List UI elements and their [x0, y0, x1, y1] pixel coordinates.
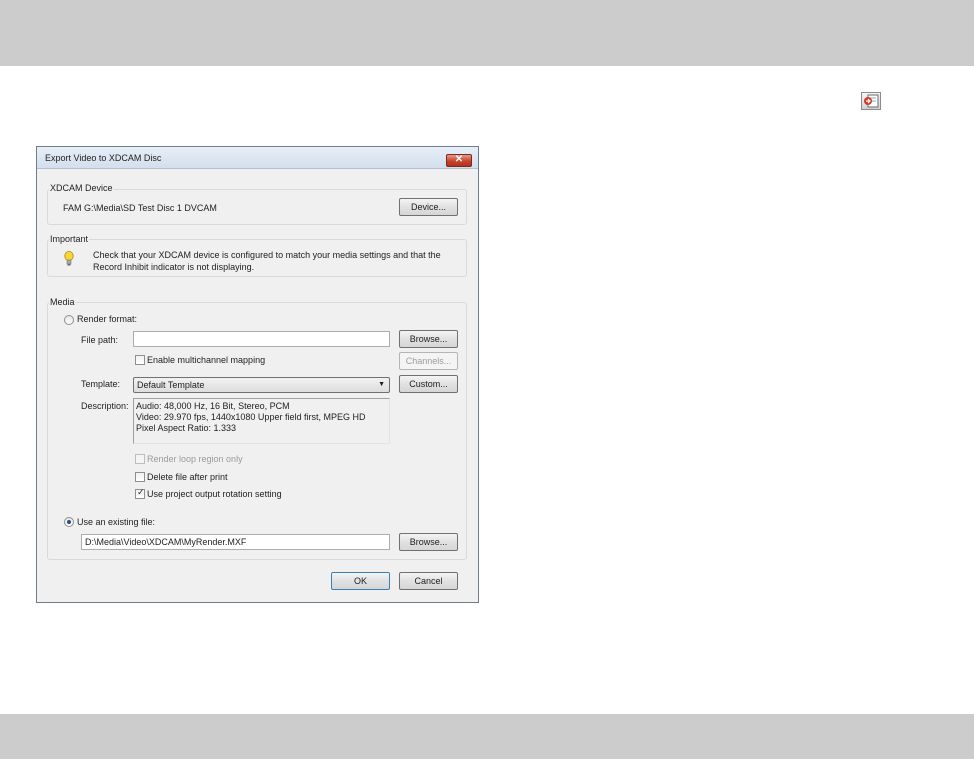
important-group-label: Important — [49, 234, 90, 244]
checkmark-icon: ✓ — [137, 487, 145, 497]
description-line-audio: Audio: 48,000 Hz, 16 Bit, Stereo, PCM — [136, 401, 290, 411]
important-text-line2: Record Inhibit indicator is not displayi… — [93, 262, 255, 272]
browse-existing-button[interactable]: Browse... — [399, 533, 458, 551]
close-button[interactable]: ✕ — [446, 154, 472, 167]
render-loop-checkbox[interactable] — [135, 454, 145, 464]
cancel-button[interactable]: Cancel — [399, 572, 458, 590]
use-rotation-checkbox[interactable]: ✓ — [135, 487, 145, 499]
enable-multichannel-checkbox[interactable] — [135, 355, 145, 365]
use-rotation-label: Use project output rotation setting — [147, 489, 282, 499]
ok-button[interactable]: OK — [331, 572, 390, 590]
bottom-band — [0, 714, 974, 759]
dialog-title: Export Video to XDCAM Disc — [45, 153, 162, 163]
description-line-video: Video: 29.970 fps, 1440x1080 Upper field… — [136, 412, 366, 422]
template-label: Template: — [81, 379, 121, 389]
delete-after-print-label: Delete file after print — [147, 472, 228, 482]
delete-after-print-checkbox[interactable] — [135, 472, 145, 482]
dropdown-arrow-icon: ▼ — [378, 381, 385, 388]
export-xdcam-dialog: Export Video to XDCAM Disc ✕ XDCAM Devic… — [36, 146, 479, 603]
radio-selected-dot — [67, 520, 71, 524]
close-icon: ✕ — [454, 154, 464, 165]
media-group-label: Media — [49, 297, 76, 307]
render-format-radio[interactable] — [64, 315, 74, 325]
render-loop-label: Render loop region only — [147, 454, 243, 464]
xdcam-device-group-label: XDCAM Device — [49, 183, 114, 193]
important-text-line1: Check that your XDCAM device is configur… — [93, 250, 441, 260]
xdcam-device-name: FAM G:\Media\SD Test Disc 1 DVCAM — [63, 203, 217, 213]
enable-multichannel-label: Enable multichannel mapping — [147, 355, 266, 365]
render-format-label: Render format: — [77, 314, 138, 324]
device-button[interactable]: Device... — [399, 198, 458, 216]
description-box: Audio: 48,000 Hz, 16 Bit, Stereo, PCM Vi… — [133, 398, 390, 444]
use-existing-radio[interactable] — [64, 517, 74, 527]
browse-button[interactable]: Browse... — [399, 330, 458, 348]
dialog-titlebar[interactable]: Export Video to XDCAM Disc ✕ — [37, 147, 478, 169]
top-band — [0, 0, 974, 66]
description-label: Description: — [81, 401, 129, 411]
template-dropdown-value: Default Template — [137, 380, 205, 390]
lightbulb-icon — [64, 251, 74, 266]
channels-button[interactable]: Channels... — [399, 352, 458, 370]
description-line-par: Pixel Aspect Ratio: 1.333 — [136, 423, 237, 433]
document-export-icon[interactable] — [861, 92, 881, 110]
file-path-input[interactable] — [133, 331, 390, 347]
file-path-label: File path: — [81, 335, 119, 345]
custom-button[interactable]: Custom... — [399, 375, 458, 393]
template-dropdown[interactable]: Default Template ▼ — [133, 377, 390, 393]
existing-file-input[interactable]: D:\Media\Video\XDCAM\MyRender.MXF — [81, 534, 390, 550]
use-existing-label: Use an existing file: — [77, 517, 156, 527]
